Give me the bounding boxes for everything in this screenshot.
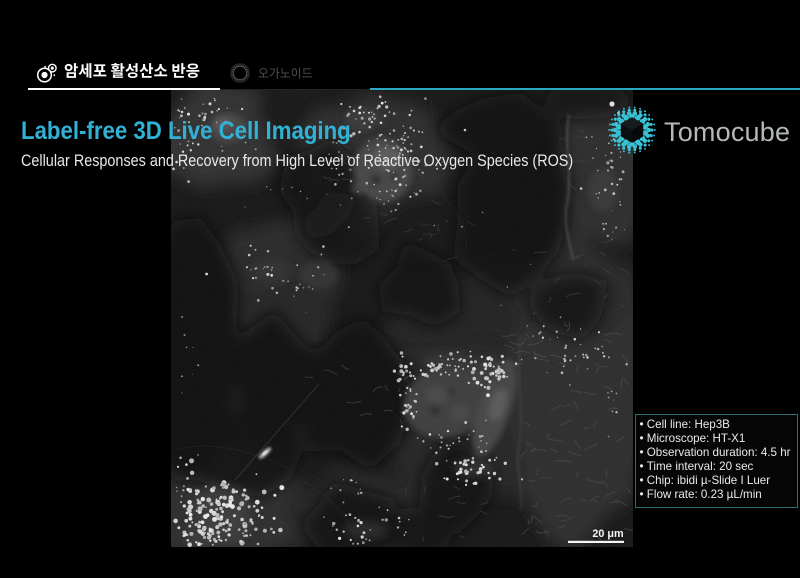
svg-text:20 μm: 20 μm bbox=[592, 528, 623, 540]
